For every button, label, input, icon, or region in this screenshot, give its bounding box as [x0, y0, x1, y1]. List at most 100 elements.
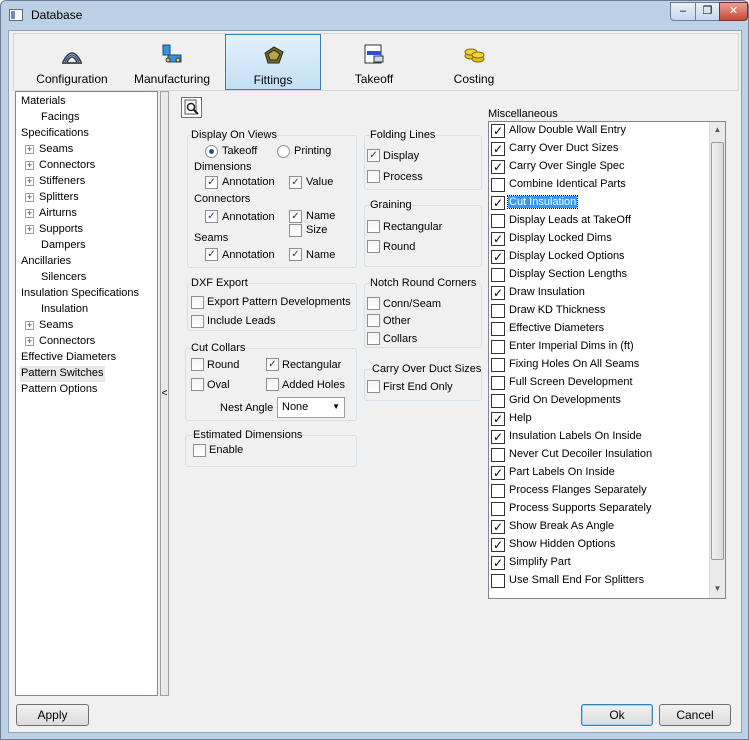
misc-option-checkbox[interactable] — [491, 574, 505, 588]
tree-item-facings[interactable]: Facings — [41, 110, 80, 126]
misc-option-checkbox[interactable]: ✓ — [491, 520, 505, 534]
expand-icon[interactable]: + — [25, 225, 34, 234]
misc-option-row[interactable]: ✓ Help — [489, 410, 709, 428]
cancel-button[interactable]: Cancel — [659, 704, 731, 726]
scroll-thumb[interactable] — [711, 142, 724, 560]
misc-option-row[interactable]: ✓ Show Hidden Options — [489, 536, 709, 554]
connectors-name-checkbox[interactable]: ✓ — [289, 210, 302, 223]
tree-item-stiffeners[interactable]: Stiffeners — [39, 174, 85, 190]
category-tree[interactable]: Materials Facings Specifications + Seams… — [15, 91, 158, 696]
misc-option-row[interactable]: ✓ Insulation Labels On Inside — [489, 428, 709, 446]
collapse-arrow-icon[interactable]: < — [161, 388, 168, 399]
misc-option-row[interactable]: Process Supports Separately — [489, 500, 709, 518]
configuration-tab[interactable]: Configuration — [24, 34, 120, 90]
close-button[interactable]: ✕ — [719, 2, 748, 21]
tree-item-airturns[interactable]: Airturns — [39, 206, 77, 222]
misc-option-row[interactable]: Display Leads at TakeOff — [489, 212, 709, 230]
folding-display-checkbox[interactable]: ✓ — [367, 149, 380, 162]
misc-option-row[interactable]: ✓ Draw Insulation — [489, 284, 709, 302]
dimensions-annotation-checkbox[interactable]: ✓ — [205, 176, 218, 189]
misc-option-row[interactable]: Full Screen Development — [489, 374, 709, 392]
tree-item-specifications[interactable]: Specifications — [21, 126, 89, 142]
misc-option-row[interactable]: ✓ Display Locked Options — [489, 248, 709, 266]
folding-process-checkbox[interactable] — [367, 170, 380, 183]
nest-angle-select[interactable]: None ▼ — [277, 397, 345, 418]
misc-option-checkbox[interactable] — [491, 502, 505, 516]
costing-tab[interactable]: Costing — [426, 34, 522, 90]
graining-rectangular-checkbox[interactable] — [367, 220, 380, 233]
misc-option-checkbox[interactable]: ✓ — [491, 538, 505, 552]
connectors-annotation-checkbox[interactable]: ✓ — [205, 210, 218, 223]
tree-item-insulation-connectors[interactable]: Connectors — [39, 334, 95, 350]
misc-option-checkbox[interactable] — [491, 322, 505, 336]
seams-name-checkbox[interactable]: ✓ — [289, 248, 302, 261]
misc-option-row[interactable]: Draw KD Thickness — [489, 302, 709, 320]
tree-item-pattern-switches[interactable]: Pattern Switches — [20, 366, 105, 382]
misc-option-row[interactable]: Never Cut Decoiler Insulation — [489, 446, 709, 464]
notch-other-checkbox[interactable] — [367, 314, 380, 327]
misc-option-checkbox[interactable] — [491, 340, 505, 354]
tree-item-ancillaries[interactable]: Ancillaries — [21, 254, 71, 270]
misc-option-checkbox[interactable]: ✓ — [491, 232, 505, 246]
misc-option-row[interactable]: ✓ Part Labels On Inside — [489, 464, 709, 482]
expand-icon[interactable]: + — [25, 145, 34, 154]
expand-icon[interactable]: + — [25, 161, 34, 170]
expand-icon[interactable]: + — [25, 193, 34, 202]
expand-icon[interactable]: + — [25, 337, 34, 346]
collars-added-holes-checkbox[interactable] — [266, 378, 279, 391]
expand-icon[interactable]: + — [25, 177, 34, 186]
misc-option-checkbox[interactable] — [491, 484, 505, 498]
misc-option-checkbox[interactable]: ✓ — [491, 142, 505, 156]
maximize-button[interactable]: ❐ — [695, 2, 720, 21]
misc-option-checkbox[interactable] — [491, 358, 505, 372]
misc-option-row[interactable]: Fixing Holes On All Seams — [489, 356, 709, 374]
export-pattern-checkbox[interactable] — [191, 296, 204, 309]
ok-button[interactable]: Ok — [581, 704, 653, 726]
collars-round-checkbox[interactable] — [191, 358, 204, 371]
takeoff-radio[interactable] — [205, 145, 218, 158]
scroll-down-icon[interactable]: ▼ — [710, 581, 725, 597]
dimensions-value-checkbox[interactable]: ✓ — [289, 176, 302, 189]
misc-option-checkbox[interactable] — [491, 394, 505, 408]
collars-oval-checkbox[interactable] — [191, 378, 204, 391]
preview-button[interactable] — [181, 97, 202, 118]
misc-option-checkbox[interactable] — [491, 376, 505, 390]
include-leads-checkbox[interactable] — [191, 315, 204, 328]
misc-option-checkbox[interactable] — [491, 268, 505, 282]
misc-option-checkbox[interactable] — [491, 448, 505, 462]
tree-item-pattern-options[interactable]: Pattern Options — [21, 382, 97, 398]
tree-item-insulation-seams[interactable]: Seams — [39, 318, 73, 334]
title-bar[interactable]: Database ‒ ❐ ✕ — [1, 1, 748, 29]
notch-collars-checkbox[interactable] — [367, 332, 380, 345]
manufacturing-tab[interactable]: Manufacturing — [124, 34, 220, 90]
tree-item-supports[interactable]: Supports — [39, 222, 83, 238]
apply-button[interactable]: Apply — [16, 704, 89, 726]
printing-radio[interactable] — [277, 145, 290, 158]
tree-item-silencers[interactable]: Silencers — [41, 270, 86, 286]
misc-option-checkbox[interactable]: ✓ — [491, 250, 505, 264]
misc-option-checkbox[interactable] — [491, 178, 505, 192]
miscellaneous-list[interactable]: ✓ Allow Double Wall Entry ✓ Carry Over Duct… — [488, 121, 726, 599]
collars-rectangular-checkbox[interactable]: ✓ — [266, 358, 279, 371]
tree-item-effective-diameters[interactable]: Effective Diameters — [21, 350, 116, 366]
first-end-only-checkbox[interactable] — [367, 380, 380, 393]
tree-item-dampers[interactable]: Dampers — [41, 238, 86, 254]
misc-option-row[interactable]: Combine Identical Parts — [489, 176, 709, 194]
misc-option-checkbox[interactable] — [491, 214, 505, 228]
misc-option-checkbox[interactable]: ✓ — [491, 196, 505, 210]
tree-item-seams[interactable]: Seams — [39, 142, 73, 158]
minimize-button[interactable]: ‒ — [670, 2, 696, 21]
misc-option-checkbox[interactable] — [491, 304, 505, 318]
misc-option-checkbox[interactable]: ✓ — [491, 466, 505, 480]
takeoff-tab[interactable]: Takeoff — [326, 34, 422, 90]
tree-item-insulation-specifications[interactable]: Insulation Specifications — [21, 286, 139, 302]
misc-option-row[interactable]: Display Section Lengths — [489, 266, 709, 284]
scroll-up-icon[interactable]: ▲ — [710, 122, 725, 138]
seams-annotation-checkbox[interactable]: ✓ — [205, 248, 218, 261]
misc-option-checkbox[interactable]: ✓ — [491, 160, 505, 174]
misc-option-row[interactable]: Use Small End For Splitters — [489, 572, 709, 590]
misc-option-row[interactable]: ✓ Allow Double Wall Entry — [489, 122, 709, 140]
misc-option-row[interactable]: Grid On Developments — [489, 392, 709, 410]
misc-option-checkbox[interactable]: ✓ — [491, 124, 505, 138]
misc-option-row[interactable]: ✓ Cut Insulation — [489, 194, 709, 212]
